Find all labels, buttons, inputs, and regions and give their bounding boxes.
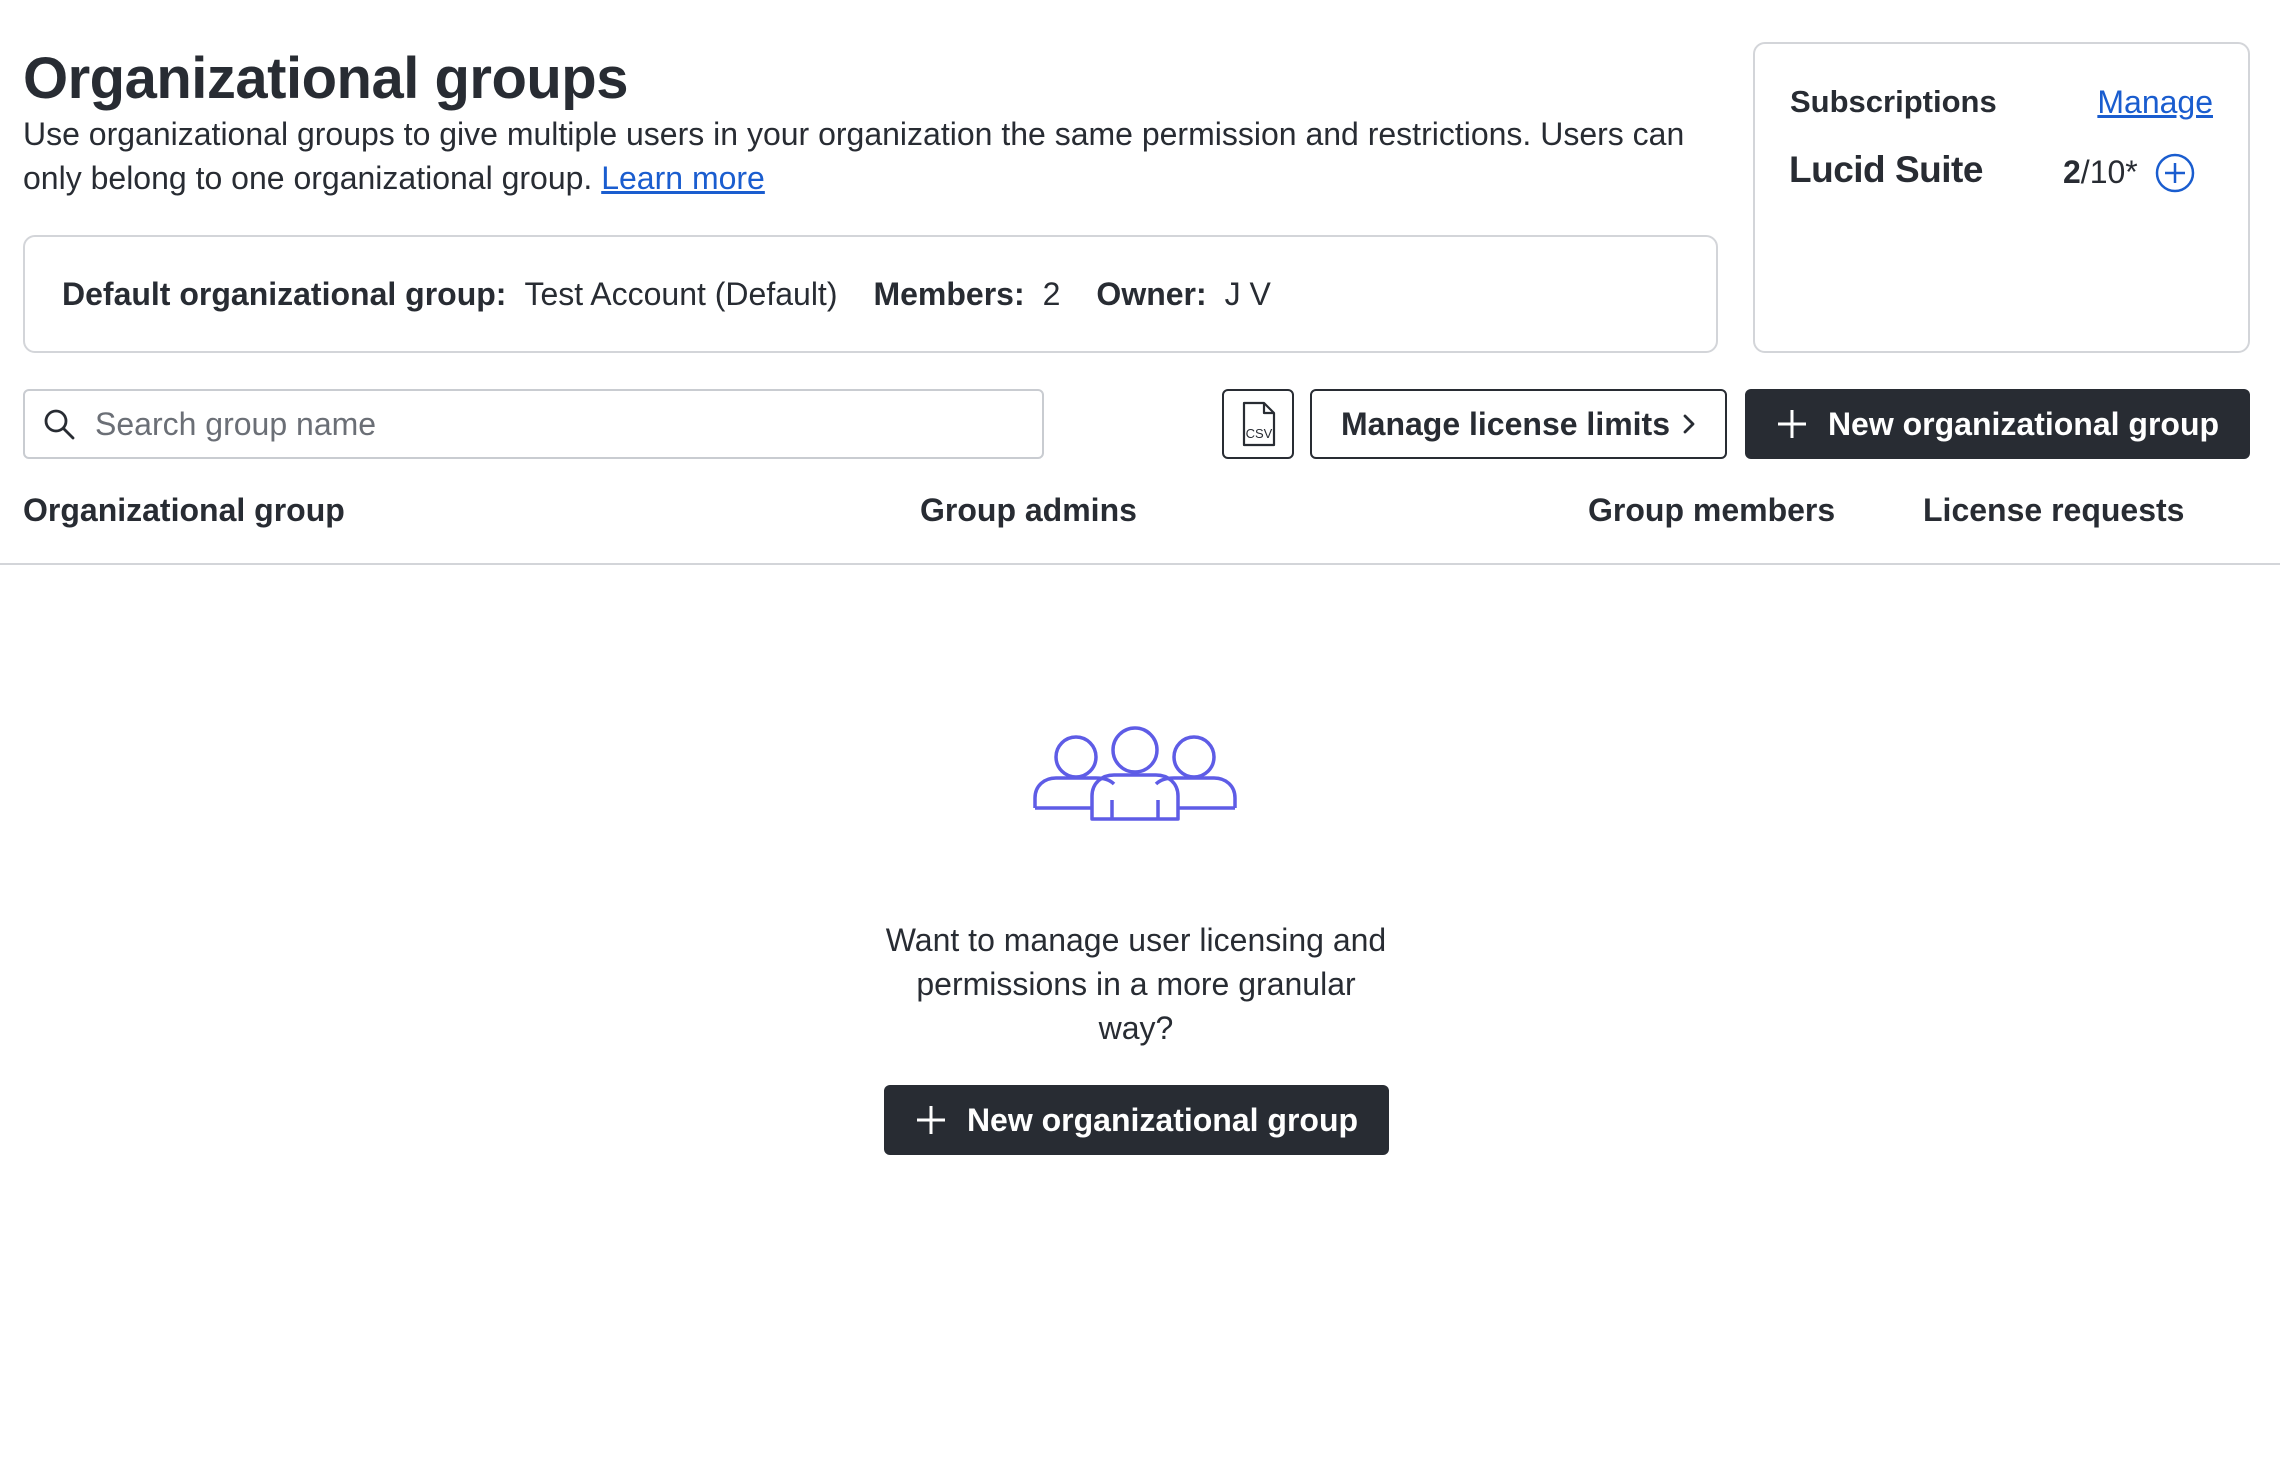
search-box xyxy=(23,389,1044,459)
subscription-product-name: Lucid Suite xyxy=(1789,149,1983,190)
chevron-right-icon xyxy=(1683,414,1695,434)
column-header-group-members[interactable]: Group members xyxy=(1588,492,1835,529)
subscriptions-title: Subscriptions xyxy=(1790,84,1997,119)
plus-circle-icon[interactable] xyxy=(2155,153,2195,193)
search-input[interactable] xyxy=(95,399,1025,449)
members-value: 2 xyxy=(1042,275,1061,312)
column-header-license-requests[interactable]: License requests xyxy=(1923,492,2184,529)
plus-icon xyxy=(916,1106,945,1134)
license-count: 2/10* xyxy=(2063,154,2138,191)
new-organizational-group-button[interactable]: New organizational group xyxy=(1745,389,2250,459)
search-icon xyxy=(44,409,75,440)
manage-license-limits-label: Manage license limits xyxy=(1340,405,1670,442)
empty-state-new-group-button[interactable]: New organizational group xyxy=(884,1085,1389,1155)
subscriptions-card: Subscriptions Manage Lucid Suite 2/10* xyxy=(1753,42,2250,353)
csv-file-icon: CSV xyxy=(1242,401,1276,447)
default-group-value: Test Account (Default) xyxy=(524,275,838,312)
owner-value: J V xyxy=(1224,275,1271,312)
column-header-group-admins[interactable]: Group admins xyxy=(920,492,1137,529)
manage-license-limits-button[interactable]: Manage license limits xyxy=(1310,389,1727,459)
empty-state-message: Want to manage user licensing and permis… xyxy=(885,922,1387,1046)
export-csv-button[interactable]: CSV xyxy=(1222,389,1294,459)
manage-subscriptions-link[interactable]: Manage xyxy=(2097,84,2213,121)
page-description: Use organizational groups to give multip… xyxy=(23,112,1703,200)
default-group-label: Default organizational group: xyxy=(62,275,507,312)
members-label: Members: xyxy=(873,275,1025,312)
empty-state-new-group-label: New organizational group xyxy=(966,1101,1359,1138)
learn-more-link[interactable]: Learn more xyxy=(601,160,765,196)
column-header-organizational-group[interactable]: Organizational group xyxy=(23,492,345,529)
new-organizational-group-label: New organizational group xyxy=(1827,405,2220,442)
people-group-icon xyxy=(1033,726,1237,821)
license-limit: /10* xyxy=(2080,154,2138,190)
description-text: Use organizational groups to give multip… xyxy=(23,116,1685,196)
default-group-card: Default organizational group: Test Accou… xyxy=(23,235,1718,353)
license-used: 2 xyxy=(2063,154,2081,190)
svg-text:CSV: CSV xyxy=(1246,426,1273,441)
plus-icon xyxy=(1777,410,1806,438)
page-title: Organizational groups xyxy=(23,46,629,111)
table-header: Organizational group Group admins Group … xyxy=(0,470,2280,565)
owner-label: Owner: xyxy=(1096,275,1207,312)
